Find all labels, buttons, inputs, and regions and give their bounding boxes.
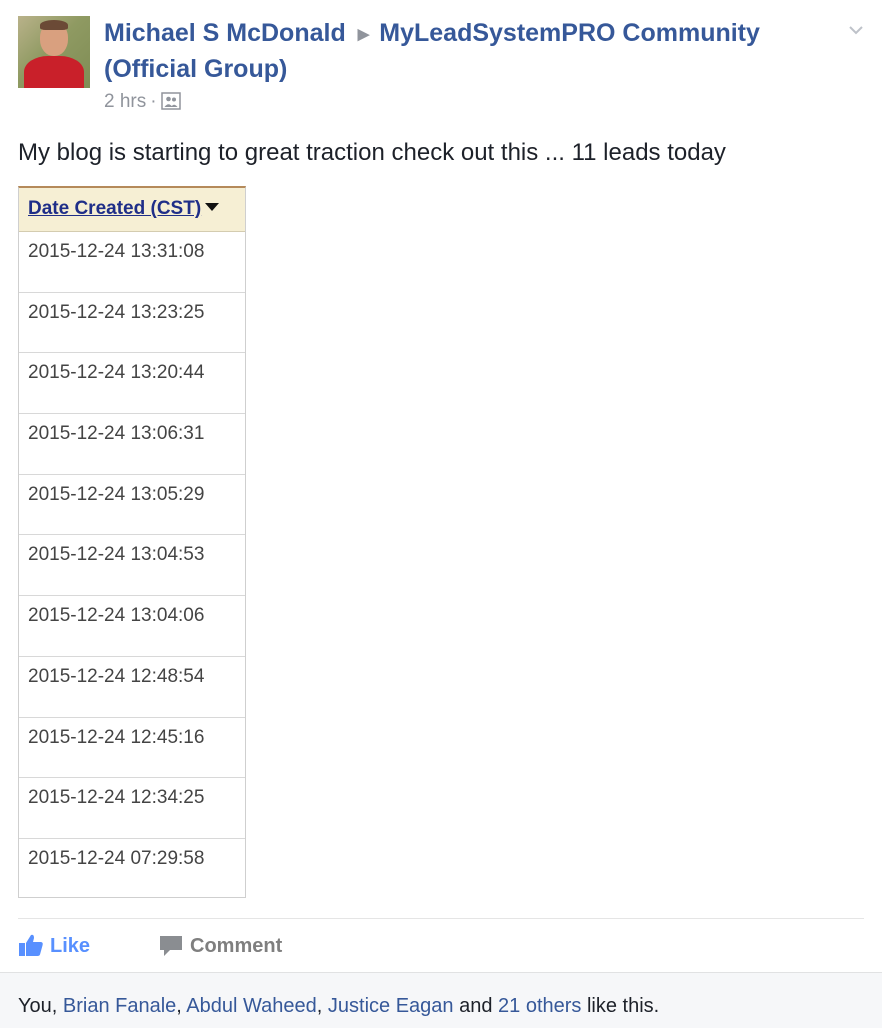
comment-button[interactable]: Comment xyxy=(158,932,282,960)
likes-you: You xyxy=(18,995,52,1017)
table-row: 2015-12-24 12:45:16 xyxy=(19,718,245,779)
likes-summary: You, Brian Fanale, Abdul Waheed, Justice… xyxy=(18,995,660,1017)
table-header-date-created[interactable]: Date Created (CST) xyxy=(19,188,245,232)
post-timestamp[interactable]: 2 hrs xyxy=(104,91,146,112)
like-button[interactable]: Like xyxy=(18,932,90,960)
comment-label: Comment xyxy=(190,935,283,957)
leads-table: Date Created (CST) 2015-12-24 13:31:08 20… xyxy=(18,186,246,898)
post-actions: Like Comment xyxy=(18,928,864,964)
like-label: Like xyxy=(50,935,91,957)
table-row: 2015-12-24 07:29:58 xyxy=(28,847,205,869)
likes-summary-bar: You, Brian Fanale, Abdul Waheed, Justice… xyxy=(0,972,882,1028)
table-row: 2015-12-24 13:04:53 xyxy=(19,535,245,597)
table-row: 2015-12-24 13:20:44 xyxy=(19,353,245,415)
table-row: 2015-12-24 13:23:25 xyxy=(19,293,245,354)
thumbs-up-icon xyxy=(18,933,44,957)
table-row: 2015-12-24 13:06:31 xyxy=(19,414,245,475)
triangle-right-icon: ▶ xyxy=(357,25,370,43)
author-avatar[interactable] xyxy=(18,16,90,88)
divider xyxy=(18,918,864,919)
likes-suffix: like this. xyxy=(586,995,660,1017)
others-likers-link[interactable]: 21 others xyxy=(498,995,581,1017)
post-header: Michael S McDonald ▶ MyLeadSystemPRO Commu… xyxy=(104,16,824,87)
table-row: 2015-12-24 13:05:29 xyxy=(19,475,245,536)
table-row: 2015-12-24 12:34:25 xyxy=(19,778,245,839)
liker-link[interactable]: Abdul Waheed xyxy=(186,995,316,1017)
liker-link[interactable]: Brian Fanale xyxy=(63,995,176,1017)
sort-column-link[interactable]: Date Created (CST) xyxy=(28,198,201,219)
group-icon xyxy=(160,92,181,110)
author-name-link[interactable]: Michael S McDonald xyxy=(104,19,346,47)
feed-post: Michael S McDonald ▶ MyLeadSystemPRO Commu… xyxy=(0,0,882,1028)
liker-link[interactable]: Justice Eagan xyxy=(328,995,454,1017)
table-row: 2015-12-24 13:04:06 xyxy=(19,596,245,657)
table-row: 2015-12-24 12:48:54 xyxy=(19,657,245,718)
likes-conjunction: and xyxy=(459,995,493,1017)
caret-down-icon xyxy=(205,203,220,211)
post-body-text: My blog is starting to great traction ch… xyxy=(18,139,726,166)
speech-bubble-icon xyxy=(158,933,184,957)
post-meta: 2 hrs · xyxy=(104,90,181,114)
table-row: 2015-12-24 13:31:08 xyxy=(19,232,245,293)
chevron-down-icon[interactable] xyxy=(848,22,864,38)
